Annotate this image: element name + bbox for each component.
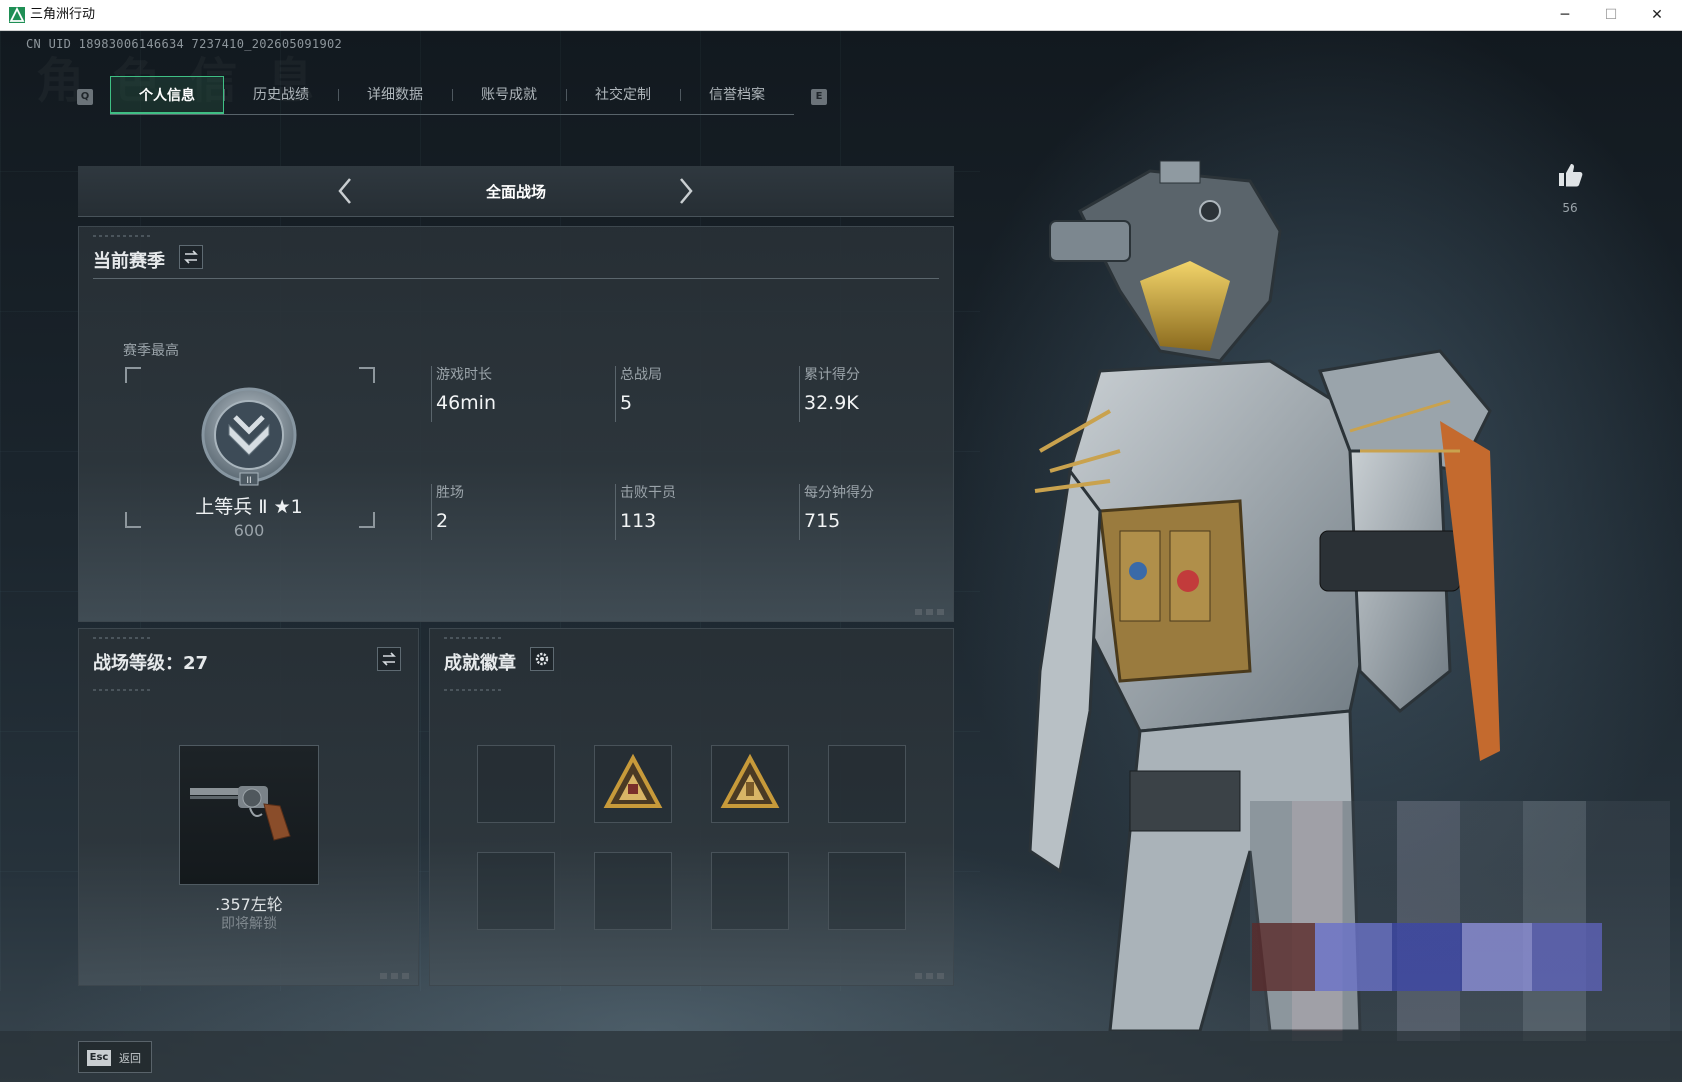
tab-bar: 个人信息 历史战绩 详细数据 账号成就 社交定制 信誉档案 (110, 76, 794, 115)
svg-text:II: II (246, 476, 251, 486)
current-season-panel: 当前赛季 赛季最高 II 上等兵 Ⅱ ★1 600 游戏时长 46min 总战局… (78, 226, 954, 622)
panel-tick-decoration (93, 689, 153, 691)
stat-total-score: 累计得分 32.9K (799, 366, 974, 422)
badge-slot-empty[interactable] (477, 852, 555, 930)
swap-icon (382, 652, 396, 666)
rank-emblem-icon: II (201, 387, 297, 486)
switch-level-view-button[interactable] (377, 647, 401, 671)
badges-title: 成就徽章 (444, 653, 516, 674)
badge-slot[interactable] (594, 745, 672, 823)
back-label: 返回 (119, 1052, 141, 1065)
badge-slot-empty[interactable] (711, 852, 789, 930)
panel-tick-decoration (444, 689, 504, 691)
stat-value: 46min (436, 392, 497, 414)
stat-value: 715 (804, 510, 841, 532)
bottom-bar: Esc 返回 (0, 1031, 1682, 1082)
triangle-badge-icon (720, 753, 780, 808)
mode-selector: 全面战场 (78, 166, 954, 217)
panel-tick-decoration (93, 637, 153, 639)
stat-wins: 胜场 2 (431, 484, 606, 540)
mode-name: 全面战场 (485, 183, 546, 201)
next-tab-key-hint[interactable]: E (811, 89, 827, 105)
like-count: 56 (1562, 201, 1578, 215)
stat-label: 每分钟得分 (804, 485, 874, 501)
stat-label: 累计得分 (804, 367, 860, 383)
mosaic-banner (1252, 923, 1602, 991)
battlefield-level-panel: 战场等级：27 .357左轮 即将解锁 (78, 628, 419, 986)
weapon-reward-card[interactable] (179, 745, 319, 885)
panel-dots-decoration (380, 973, 410, 979)
stat-value: 32.9K (804, 392, 859, 414)
frame-corner (125, 367, 141, 383)
badge-slot-empty[interactable] (477, 745, 555, 823)
tab-history[interactable]: 历史战绩 (224, 76, 338, 114)
badge-slot-empty[interactable] (594, 852, 672, 930)
panel-dots-decoration (915, 973, 945, 979)
stat-value: 113 (620, 510, 657, 532)
window-titlebar: 三角洲行动 ─ ☐ ✕ (0, 0, 1682, 31)
esc-key-hint: Esc (87, 1050, 111, 1066)
season-title: 当前赛季 (93, 251, 165, 272)
badge-slot-empty[interactable] (828, 852, 906, 930)
stat-play-time: 游戏时长 46min (431, 366, 606, 422)
season-title-divider (93, 278, 939, 279)
game-viewport: 角 色 信 息 CN UID 18983006146634 7237410_20… (0, 31, 1682, 1082)
stat-label: 总战局 (620, 367, 662, 383)
badge-slot-empty[interactable] (828, 745, 906, 823)
badge-settings-button[interactable] (530, 647, 554, 671)
swap-icon (184, 250, 198, 264)
stat-total-matches: 总战局 5 (615, 366, 790, 422)
season-best-label: 赛季最高 (123, 343, 179, 359)
revolver-icon (190, 786, 291, 841)
stat-kills: 击败干员 113 (615, 484, 790, 540)
switch-season-button[interactable] (179, 245, 203, 269)
stat-label: 胜场 (436, 485, 464, 501)
weapon-unlock-status: 即将解锁 (221, 916, 277, 932)
rank-name: 上等兵 Ⅱ ★1 (195, 496, 303, 518)
stat-value: 5 (620, 392, 633, 414)
tab-social-custom[interactable]: 社交定制 (566, 76, 680, 114)
weapon-name: .357左轮 (215, 895, 283, 914)
stat-label: 击败干员 (620, 485, 676, 501)
panel-tick-decoration (444, 637, 504, 639)
tab-credit-record[interactable]: 信誉档案 (680, 76, 794, 114)
panel-dots-decoration (915, 609, 945, 615)
panel-tick-decoration (93, 235, 153, 237)
badge-slot[interactable] (711, 745, 789, 823)
tab-personal-info[interactable]: 个人信息 (110, 76, 224, 114)
chevron-right-icon[interactable] (670, 175, 700, 207)
tab-detailed-data[interactable]: 详细数据 (338, 76, 452, 114)
stat-value: 2 (436, 510, 449, 532)
player-uid: CN UID 18983006146634 7237410_2026050919… (26, 37, 343, 51)
close-button[interactable]: ✕ (1634, 0, 1680, 30)
prev-tab-key-hint[interactable]: Q (77, 89, 93, 105)
stat-score-per-minute: 每分钟得分 715 (799, 484, 974, 540)
chevron-left-icon[interactable] (331, 175, 361, 207)
gear-icon (535, 652, 549, 666)
window-title: 三角洲行动 (30, 7, 96, 22)
tab-achievements[interactable]: 账号成就 (452, 76, 566, 114)
frame-corner (359, 367, 375, 383)
back-button[interactable]: Esc 返回 (78, 1041, 152, 1073)
triangle-badge-icon (603, 753, 663, 808)
battlefield-level-title: 战场等级：27 (93, 653, 209, 674)
maximize-button[interactable]: ☐ (1588, 0, 1634, 30)
achievement-badges-panel: 成就徽章 (429, 628, 954, 986)
minimize-button[interactable]: ─ (1542, 0, 1588, 30)
stat-label: 游戏时长 (436, 367, 492, 383)
app-icon (9, 7, 25, 23)
thumbs-up-icon[interactable] (1556, 161, 1584, 189)
mosaic-censored-area (1250, 801, 1670, 1041)
rank-score: 600 (233, 521, 265, 540)
